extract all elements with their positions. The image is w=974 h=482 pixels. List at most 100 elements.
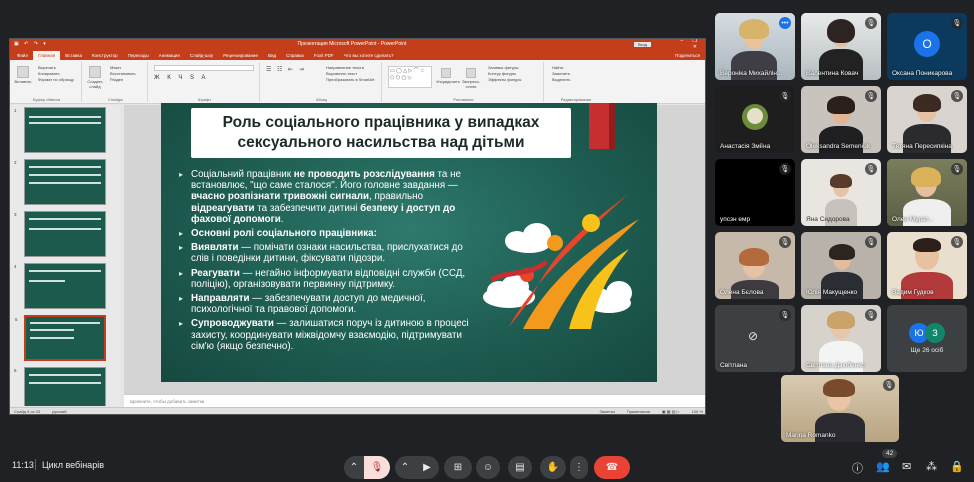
slide-thumbnail[interactable]: 4 [14,263,106,309]
video-options-button[interactable]: ⌃ [395,456,415,479]
mic-off-icon: 🎙︎ [370,462,384,473]
slide-decoration-tab-shadow [609,103,615,149]
chat-icon[interactable]: ✉ [902,460,911,473]
participant-name: Валентина Ковач [806,70,859,77]
self-view-tile[interactable]: 🎙︎ Marina Romanko [781,375,899,442]
window-controls[interactable]: – ❐ ✕ [675,39,705,50]
participant-tile[interactable]: 🎙︎ Тетяна Пересипкіна [887,86,967,153]
participant-tile[interactable]: 🎙︎ Світлана Дзюбенко [801,305,881,372]
quick-styles-button[interactable]: Экспресс-стили [460,66,482,89]
smartart-button[interactable]: Преобразовать в SmartArt [322,77,375,83]
clipboard-group-label: Буфер обмена [32,97,61,102]
slide-thumbnail[interactable]: 6 [14,367,106,406]
camera-icon: ▶ [423,462,431,473]
font-format-buttons[interactable]: Ж К Ч S A [154,75,208,81]
role-refer: Направляти — забезпечувати доступ до мед… [179,293,469,315]
participant-tile[interactable]: ⊘ 🎙︎ Світлана [715,305,795,372]
tab-review[interactable]: Рецензирование [218,51,263,60]
mic-off-icon: 🎙︎ [865,236,877,248]
participant-tile[interactable]: О 🎙︎ Оксана Поникарова [887,13,967,80]
notes-toggle[interactable]: Заметки [600,409,615,414]
slide-thumbnail-selected[interactable]: 5 [15,315,106,361]
shapes-gallery[interactable]: ▭ ◯ △ ▷ ⌒ ☆ ⬠ ⬡ ▢ ◇ [388,66,432,88]
paste-icon [17,66,29,78]
tab-foxit[interactable]: Foxit PDF [309,51,339,60]
select-button[interactable]: Выделить [548,77,570,83]
audio-options-button[interactable]: ⌃ [344,456,364,479]
participant-tile[interactable]: 🎙︎ Юлія Макущенко [801,232,881,299]
roles-heading: Основні ролі соціального працівника: [179,228,469,239]
camera-off-icon: ⊘ [748,329,759,343]
slide-thumbnail[interactable]: 3 [14,211,106,257]
more-participants-label: Ще 26 осіб [910,347,944,354]
tab-view[interactable]: Вид [263,51,281,60]
tab-file[interactable]: Файл [12,51,33,60]
comments-toggle[interactable]: Примечания [627,409,650,414]
meeting-control-bar: 11:13 Цикл вебінарів ⌃ 🎙︎ ⌃ ▶ ⊞ ☺ ▤ ✋ ⋮ … [0,448,974,482]
more-options-button[interactable]: ⋮ [570,456,588,479]
participant-tile[interactable]: 🎙︎ Вадим Гудков [887,232,967,299]
participant-tile[interactable]: 🎙︎ Валентина Ковач [801,13,881,80]
sign-in-button[interactable]: Вход [633,41,651,47]
emoji-icon: ☺ [482,462,494,473]
slide-thumbnail[interactable]: 1 [14,107,106,153]
tell-me-search[interactable]: Что вы хотите сделать? [339,51,399,60]
more-participants-tile[interactable]: Ю З Ще 26 осіб [887,305,967,372]
present-button[interactable]: ⊞ [444,456,472,479]
raise-hand-button[interactable]: ✋ [540,456,566,479]
activities-icon[interactable]: ⁂ [926,460,937,473]
mic-toggle-button[interactable]: 🎙︎ [364,456,390,479]
people-icon[interactable]: 👥 [876,460,890,473]
tab-animations[interactable]: Анимация [154,51,185,60]
participant-name: Вероніка Михайлін... [720,70,783,77]
paste-button[interactable]: Вставить [14,64,32,84]
current-slide: Роль соціального працівника у випадках с… [161,103,657,382]
new-slide-button[interactable]: Создать слайд [86,64,104,89]
reactions-button[interactable]: ☺ [476,456,500,479]
meeting-clock: 11:13 [12,460,34,470]
font-name-select[interactable] [154,65,254,71]
tab-design[interactable]: Конструктор [87,51,123,60]
mic-off-icon: 🎙︎ [951,17,963,29]
host-controls-icon[interactable]: 🔒 [950,460,964,473]
role-support: Супроводжувати — залишатися поруч із дит… [179,318,469,352]
tab-help[interactable]: Справка [281,51,309,60]
hand-icon: ✋ [546,462,560,473]
tab-insert[interactable]: Вставка [60,51,87,60]
zoom-level[interactable]: 106 % [692,409,703,414]
participant-tile[interactable]: ••• Вероніка Михайлін... [715,13,795,80]
format-painter-button[interactable]: Формат по образцу [34,77,74,83]
quick-access-toolbar[interactable]: ▣ ↶ ↷ ▾ [10,41,70,47]
camera-toggle-button[interactable]: ▶ [415,456,439,479]
captions-button[interactable]: ▤ [508,456,532,479]
participant-tile[interactable]: 🎙︎ Олен Мурат... [887,159,967,226]
notes-pane[interactable]: Щелкните, чтобы добавить заметки [124,394,705,408]
slide-thumbnail[interactable]: 2 [14,159,106,205]
section-button[interactable]: Раздел [106,77,136,83]
tab-transitions[interactable]: Переходы [123,51,154,60]
tab-home[interactable]: Главная [33,51,61,60]
participant-name: Вадим Гудков [892,289,934,296]
tab-slideshow[interactable]: Слайд-шоу [185,51,218,60]
captions-icon: ▤ [515,462,525,473]
participant-tile[interactable]: 🎙︎ Oleksandra Semeniuk [801,86,881,153]
slide-body: Соціальний працівник не проводить розслі… [179,169,469,355]
drawing-group-label: Рисование [453,97,474,102]
arrange-button[interactable]: Упорядочить [436,66,460,84]
meeting-info-icon[interactable]: ⓘ [852,460,863,476]
participant-tile[interactable]: 🎙︎ упсзн емр [715,159,795,226]
slide-counter: Слайд 5 из 33 [14,408,41,414]
intro-paragraph: Соціальний працівник не проводить розслі… [179,169,469,225]
list-buttons[interactable]: ☰ ☷ ⇤ ⇥ [266,66,306,73]
participant-name: Олен Мурат... [892,216,934,223]
family-illustration [483,193,639,329]
view-buttons[interactable]: ▣ ▦ ▤ ▷ [662,409,680,414]
shape-effects-button[interactable]: Эффекты фигуры [484,77,521,83]
participant-tile[interactable]: 🎙︎ Анастасія Зміїна [715,86,795,153]
leave-call-button[interactable]: ☎ [594,456,630,479]
participant-tile[interactable]: 🎙︎ Яна Сидорова [801,159,881,226]
speaking-indicator-icon: ••• [779,17,791,29]
role-detect: Виявляти — помічати ознаки насильства, п… [179,242,469,264]
share-button[interactable]: Поделиться [670,51,705,60]
participant-tile[interactable]: 🎙︎ Олена Бєлова [715,232,795,299]
